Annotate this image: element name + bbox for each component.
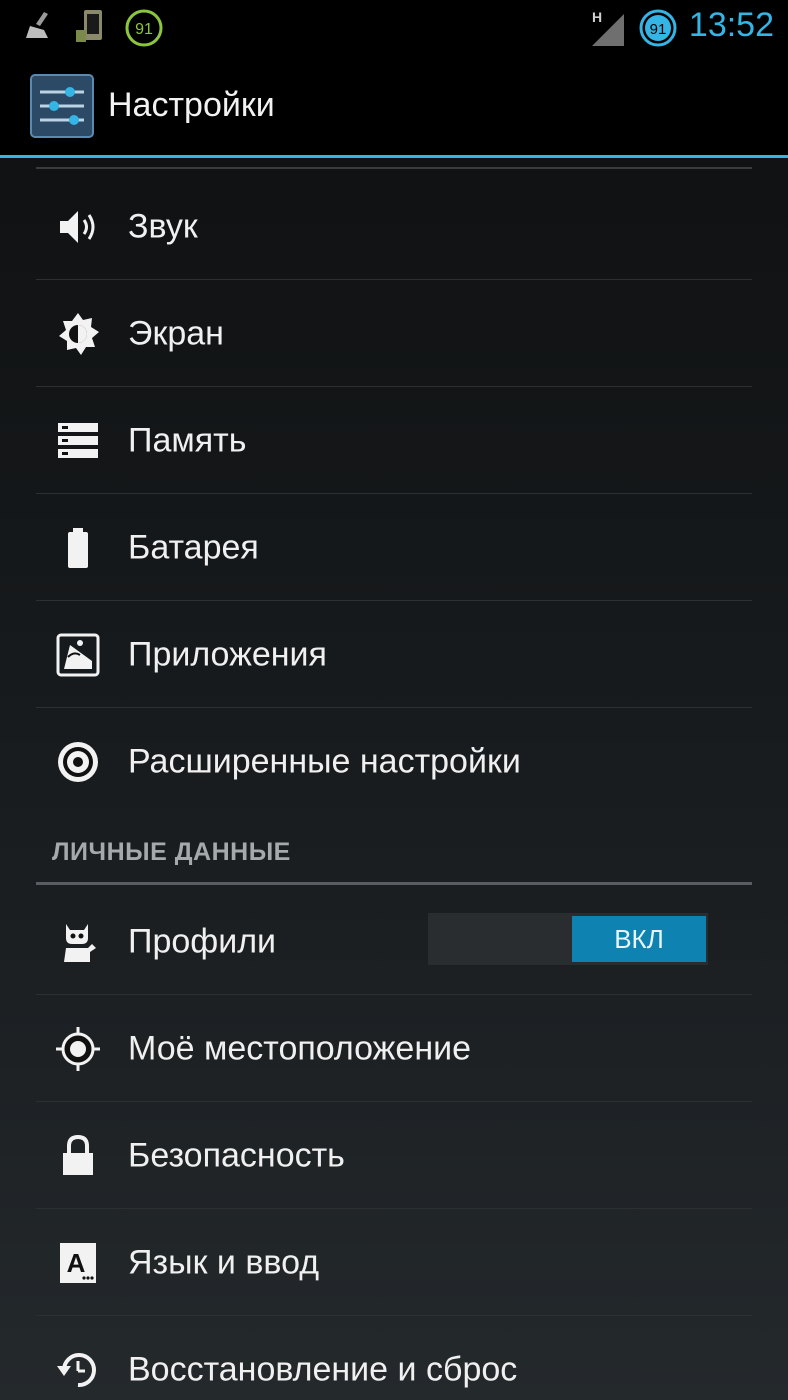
divider [36,493,752,494]
list-item-label: Память [128,421,247,460]
section-header-personal: ЛИЧНЫЕ ДАННЫЕ [52,838,291,866]
divider [36,994,752,995]
phone-update-icon [74,8,110,48]
page-title: Настройки [108,86,275,124]
list-item-label: Восстановление и сброс [128,1350,518,1389]
list-item-advanced-settings[interactable]: Расширенные настройки [0,709,788,815]
list-item-location[interactable]: Моё местоположение [0,996,788,1102]
list-item-label: Экран [128,314,224,353]
advanced-settings-icon [54,738,102,786]
list-item-sound[interactable]: Звук [0,174,788,280]
storage-icon [54,417,102,465]
divider [36,600,752,601]
settings-sliders-icon[interactable] [30,74,94,142]
location-icon [54,1025,102,1073]
section-divider [36,882,752,885]
status-bar: 91 H 91 13:52 [0,0,788,56]
svg-text:91: 91 [650,21,667,38]
clean-icon [22,8,56,46]
restore-icon [54,1346,102,1394]
list-item-label: Звук [128,207,198,246]
signal-icon: H [588,8,628,52]
divider [36,1315,752,1316]
list-item-display[interactable]: Экран [0,281,788,387]
divider [36,1208,752,1209]
list-item-battery[interactable]: Батарея [0,495,788,601]
action-bar-divider [0,155,788,158]
apps-icon [54,631,102,679]
clock: 13:52 [688,6,774,44]
list-item-apps[interactable]: Приложения [0,602,788,708]
brightness-icon [54,310,102,358]
lock-icon [54,1132,102,1180]
divider [36,1101,752,1102]
settings-screen: 91 H 91 13:52 Настройки Звук Экран Памят… [0,0,788,1400]
list-item-label: Профили [128,922,277,961]
list-item-label: Язык и ввод [128,1243,320,1282]
list-item-label: Безопасность [128,1136,345,1175]
list-item-backup-reset[interactable]: Восстановление и сброс [0,1317,788,1400]
svg-text:91: 91 [135,21,153,38]
divider [36,386,752,387]
action-bar: Настройки [0,56,788,156]
profiles-toggle[interactable]: ВКЛ [428,913,708,965]
list-item-storage[interactable]: Память [0,388,788,494]
volume-icon [54,203,102,251]
list-item-label: Расширенные настройки [128,742,521,781]
list-item-label: Моё местоположение [128,1029,472,1068]
notification-badge-icon: 91 [124,8,164,52]
battery-icon [54,524,102,572]
divider [36,707,752,708]
svg-text:H: H [592,9,602,25]
profiles-icon [54,918,102,966]
divider [36,279,752,280]
list-item-security[interactable]: Безопасность [0,1103,788,1209]
list-item-label: Батарея [128,528,259,567]
toggle-on-label: ВКЛ [572,916,706,962]
list-item-language-input[interactable]: A Язык и ввод [0,1210,788,1316]
list-top-divider [36,167,752,169]
language-icon: A [54,1239,102,1287]
list-item-label: Приложения [128,635,327,674]
battery-level-icon: 91 [638,8,678,52]
svg-text:A: A [67,1248,86,1278]
